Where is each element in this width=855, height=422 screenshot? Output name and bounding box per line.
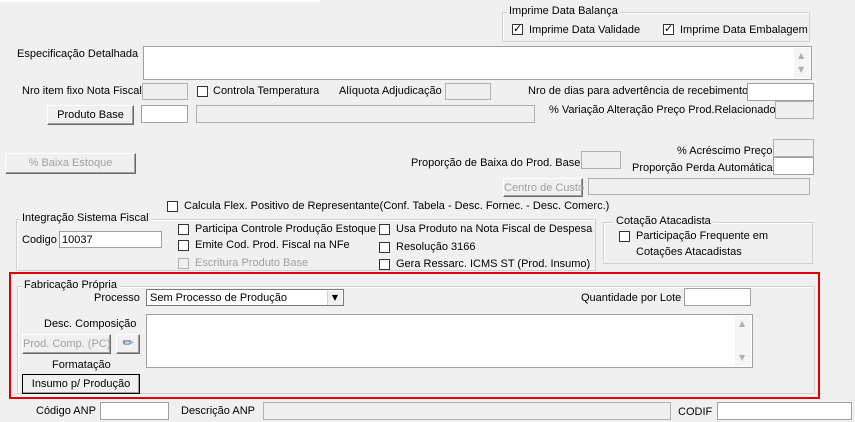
proporcao-perda-input[interactable] — [773, 157, 814, 175]
participa-controle-checkbox[interactable] — [178, 224, 189, 235]
participacao-line2: Cotações Atacadistas — [636, 246, 742, 258]
top-strip — [0, 0, 320, 2]
especificacao-textarea[interactable]: ▲ ▼ — [143, 46, 812, 80]
acrescimo-input[interactable] — [773, 139, 814, 157]
produto-base-code-input[interactable] — [141, 105, 188, 123]
desc-composicao-scrollbar[interactable]: ▲ ▼ — [735, 316, 751, 366]
formatacao-pencil-button[interactable]: ✏ — [116, 334, 140, 354]
aliquota-input[interactable] — [445, 83, 491, 100]
variacao-label: % Variação Alteração Preço Prod.Relacion… — [549, 104, 776, 116]
descricao-anp-label: Descrição ANP — [181, 405, 255, 417]
desc-composicao-textarea[interactable]: ▲ ▼ — [146, 314, 753, 368]
codigo-input[interactable]: 10037 — [59, 231, 162, 248]
processo-label: Processo — [94, 292, 140, 304]
chevron-down-icon[interactable]: ▼ — [327, 291, 342, 305]
formatacao-label: Formatação — [52, 359, 111, 371]
gera-ressarc-label: Gera Ressarc. ICMS ST (Prod. Insumo) — [396, 258, 591, 270]
quantidade-lote-label: Quantidade por Lote — [581, 292, 682, 304]
scroll-up-icon[interactable]: ▲ — [739, 320, 745, 328]
emite-cod-label: Emite Cod. Prod. Fiscal na NFe — [195, 239, 350, 251]
participacao-line1: Participação Frequente em — [636, 230, 769, 242]
calcula-flex-label: Calcula Flex. Positivo de Representante(… — [184, 200, 610, 212]
imprime-data-embalagem-checkbox[interactable] — [663, 22, 674, 35]
centro-custo-input — [588, 178, 810, 195]
calcula-flex-checkbox[interactable] — [167, 201, 178, 212]
participa-controle-label: Participa Controle Produção Estoque — [195, 223, 376, 235]
emite-cod-checkbox[interactable] — [178, 240, 189, 251]
nro-item-input[interactable] — [142, 83, 188, 100]
produto-base-button[interactable]: Produto Base — [47, 105, 134, 125]
processo-value: Sem Processo de Produção — [150, 292, 287, 304]
codigo-anp-input[interactable] — [100, 402, 169, 420]
nro-dias-input[interactable] — [747, 83, 814, 101]
nro-dias-label: Nro de dias para advertência de recebime… — [528, 85, 749, 97]
resolucao-label: Resolução 3166 — [396, 241, 476, 253]
resolucao-checkbox[interactable] — [379, 242, 390, 253]
cotacao-title: Cotação Atacadista — [614, 215, 713, 228]
gera-ressarc-checkbox[interactable] — [379, 259, 390, 270]
codif-label: CODIF — [678, 406, 713, 418]
produto-base-desc-input — [196, 105, 535, 123]
imprime-data-embalagem-label: Imprime Data Embalagem — [680, 24, 808, 36]
prod-comp-button[interactable]: Prod. Comp. (PC) — [22, 334, 111, 354]
acrescimo-label: % Acréscimo Preço — [677, 145, 773, 157]
scroll-down-icon[interactable]: ▼ — [798, 66, 804, 74]
imprime-data-validade-checkbox[interactable] — [512, 22, 523, 35]
integracao-title: Integração Sistema Fiscal — [20, 212, 151, 225]
baixa-estoque-button[interactable]: % Baixa Estoque — [5, 153, 136, 174]
centro-custo-button[interactable]: Centro de Custo — [503, 178, 584, 197]
especificacao-label: Especificação Detalhada — [17, 48, 139, 60]
especificacao-scrollbar[interactable]: ▲ ▼ — [794, 48, 810, 78]
usa-produto-checkbox[interactable] — [379, 224, 390, 235]
controla-temperatura-checkbox[interactable] — [197, 86, 208, 97]
nro-item-label: Nro item fixo Nota Fiscal — [22, 85, 142, 97]
pencil-icon: ✏ — [122, 336, 134, 351]
codif-input[interactable] — [717, 402, 852, 420]
quantidade-lote-input[interactable] — [684, 288, 751, 306]
proporcao-baixa-input[interactable] — [581, 151, 621, 169]
insumo-producao-button[interactable]: Insumo p/ Produção — [22, 374, 140, 394]
usa-produto-label: Usa Produto na Nota Fiscal de Despesa — [396, 223, 593, 235]
escritura-label: Escritura Produto Base — [195, 257, 309, 269]
aliquota-label: Alíquota Adjudicação — [339, 85, 442, 97]
variacao-input[interactable] — [775, 101, 814, 119]
participacao-frequente-checkbox[interactable] — [619, 231, 630, 242]
escritura-checkbox[interactable] — [178, 258, 189, 269]
descricao-anp-input — [263, 402, 671, 420]
imprime-data-balanca-title: Imprime Data Balança — [507, 5, 620, 18]
codigo-anp-label: Código ANP — [36, 405, 96, 417]
desc-composicao-label: Desc. Composição — [44, 318, 137, 330]
imprime-data-validade-label: Imprime Data Validade — [529, 24, 641, 36]
scroll-down-icon[interactable]: ▼ — [739, 354, 745, 362]
proporcao-perda-label: Proporção Perda Automática — [632, 162, 773, 174]
codigo-label: Codigo — [22, 234, 57, 246]
proporcao-baixa-label: Proporção de Baixa do Prod. Base — [411, 157, 581, 169]
controla-temperatura-label: Controla Temperatura — [213, 85, 320, 97]
scroll-up-icon[interactable]: ▲ — [798, 52, 804, 60]
processo-select[interactable]: Sem Processo de Produção ▼ — [146, 289, 344, 306]
